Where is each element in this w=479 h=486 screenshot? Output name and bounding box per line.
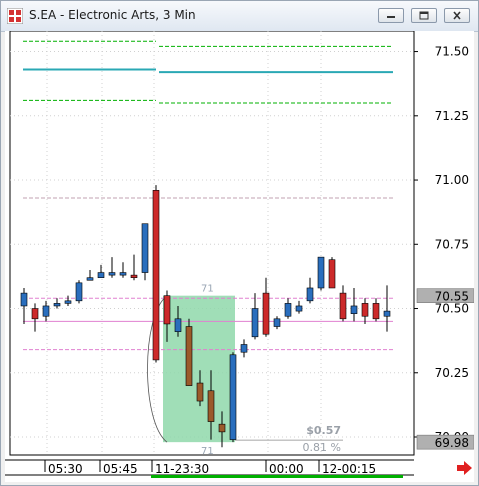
candle-body[interactable] [317, 256, 325, 289]
window-title: S.EA - Electronic Arts, 3 Min [29, 8, 196, 22]
y-axis-tick-label: 70.25 [435, 366, 469, 380]
candle-body[interactable] [174, 318, 182, 332]
candle-body[interactable] [130, 274, 138, 278]
candle-body[interactable] [218, 423, 226, 433]
candle-body[interactable] [372, 303, 380, 320]
app-grid-icon[interactable] [7, 8, 23, 24]
restore-button[interactable] [411, 8, 437, 23]
candle-body[interactable] [152, 190, 160, 361]
x-axis-tick-label: 11-23:30 [155, 462, 209, 476]
candle-body[interactable] [108, 272, 116, 276]
candle-body[interactable] [295, 305, 303, 312]
chart-window: S.EA - Electronic Arts, 3 Min 71 71 $0.57 0… [0, 0, 479, 486]
candle-body[interactable] [328, 259, 336, 289]
candle-body[interactable] [86, 277, 94, 281]
minimize-icon [387, 16, 395, 18]
candle-body[interactable] [141, 223, 149, 273]
x-axis-tick-label: 05:30 [48, 462, 83, 476]
x-axis-tick-label: 00:00 [269, 462, 304, 476]
close-button[interactable] [444, 8, 470, 23]
minimize-button[interactable] [378, 8, 404, 23]
measure-delta-label: $0.57 [306, 424, 341, 437]
candle-body[interactable] [251, 308, 259, 338]
candle-body[interactable] [339, 292, 347, 320]
candle-body[interactable] [185, 326, 193, 386]
x-axis-tick-label: 12-00:15 [322, 462, 376, 476]
candle-body[interactable] [31, 308, 39, 320]
close-icon [453, 11, 461, 20]
measure-pct-label: 0.81 % [303, 441, 341, 454]
scroll-range-bar[interactable] [151, 475, 403, 478]
x-axis-tick-label: 05:45 [103, 462, 138, 476]
y-axis-tick-label: 71.00 [435, 173, 469, 187]
candle-body[interactable] [207, 390, 215, 422]
candle-body[interactable] [284, 303, 292, 317]
candle-body[interactable] [64, 300, 72, 304]
candle-body[interactable] [383, 310, 391, 317]
candle-body[interactable] [273, 318, 281, 327]
chart-area[interactable]: 71 71 $0.57 0.81 % 71.50 71.25 71.00 70.75 70.50… [5, 31, 474, 482]
candle-body[interactable] [229, 354, 237, 440]
restore-icon [419, 11, 429, 20]
candle-body[interactable] [163, 295, 171, 325]
measure-bottom-label: 71 [201, 446, 214, 457]
y-axis-tick-label: 70.75 [435, 237, 469, 251]
candle-body[interactable] [119, 272, 127, 276]
scroll-right-arrow-icon[interactable] [455, 460, 473, 476]
candle-body[interactable] [75, 282, 83, 302]
candle-body[interactable] [42, 305, 50, 317]
candle-body[interactable] [262, 292, 270, 335]
low-price-label: 69.98 [435, 436, 469, 450]
y-axis-tick-label: 71.50 [435, 45, 469, 59]
candle-body[interactable] [240, 344, 248, 353]
y-axis-tick-label: 71.25 [435, 109, 469, 123]
candle-body[interactable] [361, 303, 369, 317]
candlestick-chart[interactable]: 7171$0.570.81 %71.5071.2571.0070.7570.50… [5, 31, 474, 482]
candle-body[interactable] [97, 272, 105, 278]
last-price-label: 70.55 [435, 290, 469, 304]
candle-body[interactable] [350, 305, 358, 314]
title-bar[interactable]: S.EA - Electronic Arts, 3 Min [1, 1, 478, 32]
measure-top-label: 71 [201, 284, 214, 295]
measure-box[interactable] [163, 295, 235, 443]
candle-body[interactable] [53, 303, 61, 307]
candle-body[interactable] [196, 382, 204, 402]
candle-body[interactable] [306, 287, 314, 302]
candle-body[interactable] [20, 292, 28, 307]
